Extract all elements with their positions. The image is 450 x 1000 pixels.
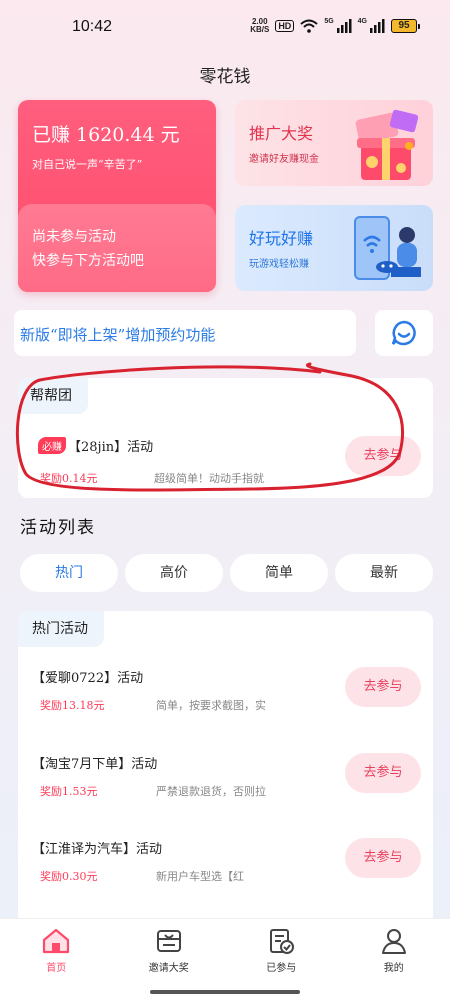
wifi-icon [300,19,318,33]
game-promo-card[interactable]: 好玩好赚 玩游戏轻松赚 [235,205,433,291]
sig2-label: 4G [357,18,367,25]
user-icon [381,929,406,954]
tab-latest[interactable]: 最新 [335,554,433,592]
help-group-name: 【28jin】活动 [68,440,154,455]
nav-joined[interactable]: 已参与 [225,919,338,1000]
earned-subtitle: 对自己说一声“辛苦了” [32,158,143,171]
activity-name: 【爱聊0722】活动 [32,671,144,686]
game-title: 好玩好赚 [249,229,314,248]
signal-icon [336,19,352,33]
hot-activity-tab: 热门活动 [18,611,104,647]
promo-title: 推广大奖 [249,124,314,143]
tab-simple[interactable]: 简单 [230,554,328,592]
activity-name: 【江淮译为汽车】活动 [32,842,163,857]
help-group-desc: 超级简单！动动手指就 [154,472,264,485]
activity-name: 【淘宝7月下单】活动 [32,757,158,772]
sig1-label: 5G [324,18,334,25]
bottom-nav: 首页 邀请大奖 已参与 我的 [0,918,450,1000]
hint-line-2: 快参与下方活动吧 [32,253,144,269]
earnings-card[interactable]: 已赚 1620.44 元 对自己说一声“辛苦了” 尚未参与活动 快参与下方活动吧 [18,100,216,292]
help-group-card: 帮帮团 必赚 【28jin】活动 奖励0.14元 超级简单！动动手指就 去参与 [18,378,433,498]
nav-label: 首页 [46,963,67,974]
status-time: 10:42 [72,18,113,35]
tab-hot[interactable]: 热门 [20,554,118,592]
help-group-title: 必赚 【28jin】活动 [38,436,153,455]
invite-promo-card[interactable]: 推广大奖 邀请好友赚现金 [235,100,433,186]
hot-activity-list: 热门活动 【爱聊0722】活动 奖励13.18元 简单，按要求截图，实 去参与 … [18,611,433,921]
must-earn-badge: 必赚 [38,437,66,454]
activity-reward: 奖励0.30元 [40,870,98,883]
participation-hint: 尚未参与活动 快参与下方活动吧 [18,204,216,292]
gamer-illustration-icon [354,216,421,280]
chat-bubble-icon [391,320,416,346]
nav-label: 邀请大奖 [148,963,189,974]
join-button[interactable]: 去参与 [345,753,421,793]
tab-high-price[interactable]: 高价 [125,554,223,592]
activity-reward: 奖励13.18元 [40,699,105,712]
game-subtitle: 玩游戏轻松赚 [249,259,309,270]
status-bar: 10:42 2.00 KB/S HD 5G 4G 95 [0,0,450,56]
status-icons: 2.00 KB/S HD 5G 4G 95 [250,18,420,34]
home-icon [43,928,70,954]
customer-service-button[interactable] [375,310,433,356]
earnings-summary: 已赚 1620.44 元 对自己说一声“辛苦了” [18,100,216,206]
nav-invite[interactable]: 邀请大奖 [113,919,226,1000]
gift-box-illustration-icon [355,109,419,180]
nav-label: 已参与 [266,963,297,974]
battery-icon: 95 [391,19,420,33]
list-item[interactable]: 【江淮译为汽车】活动 奖励0.30元 新用户车型选【红 去参与 [18,838,433,918]
battery-level: 95 [391,19,417,33]
net-speed-unit: KB/S [250,25,270,34]
help-group-reward: 奖励0.14元 [40,472,98,485]
activity-tabs: 热门 高价 简单 最新 [20,554,433,592]
nav-profile[interactable]: 我的 [338,919,450,1000]
list-item[interactable]: 【淘宝7月下单】活动 奖励1.53元 严禁退款退货，否则拉 去参与 [18,753,433,833]
activity-desc: 新用户车型选【红 [156,870,244,883]
join-button[interactable]: 去参与 [345,436,421,476]
nav-label: 我的 [383,963,404,974]
page-title: 零花钱 [199,67,251,87]
gift-box-icon [156,930,181,952]
help-group-tab: 帮帮团 [18,378,88,414]
activity-desc: 简单，按要求截图，实 [156,699,266,712]
checklist-icon [270,929,295,954]
promo-subtitle: 邀请好友赚现金 [249,154,319,165]
signal-icon [370,19,385,33]
net-speed: 2.00 KB/S [250,18,269,34]
notice-banner[interactable]: 新版“即将上架”增加预约功能 [14,310,356,356]
notice-text: 新版“即将上架”增加预约功能 [20,326,216,344]
join-button[interactable]: 去参与 [345,667,421,707]
activity-desc: 严禁退款退货，否则拉 [156,785,266,798]
activity-reward: 奖励1.53元 [40,785,98,798]
hint-line-1: 尚未参与活动 [32,229,116,245]
nav-home[interactable]: 首页 [0,919,113,1000]
join-button[interactable]: 去参与 [345,838,421,878]
home-indicator [150,990,300,994]
hd-icon: HD [275,20,295,32]
list-item[interactable]: 【爱聊0722】活动 奖励13.18元 简单，按要求截图，实 去参与 [18,667,433,747]
earned-amount: 已赚 1620.44 元 [32,124,180,146]
activity-list-title: 活动列表 [20,518,96,538]
